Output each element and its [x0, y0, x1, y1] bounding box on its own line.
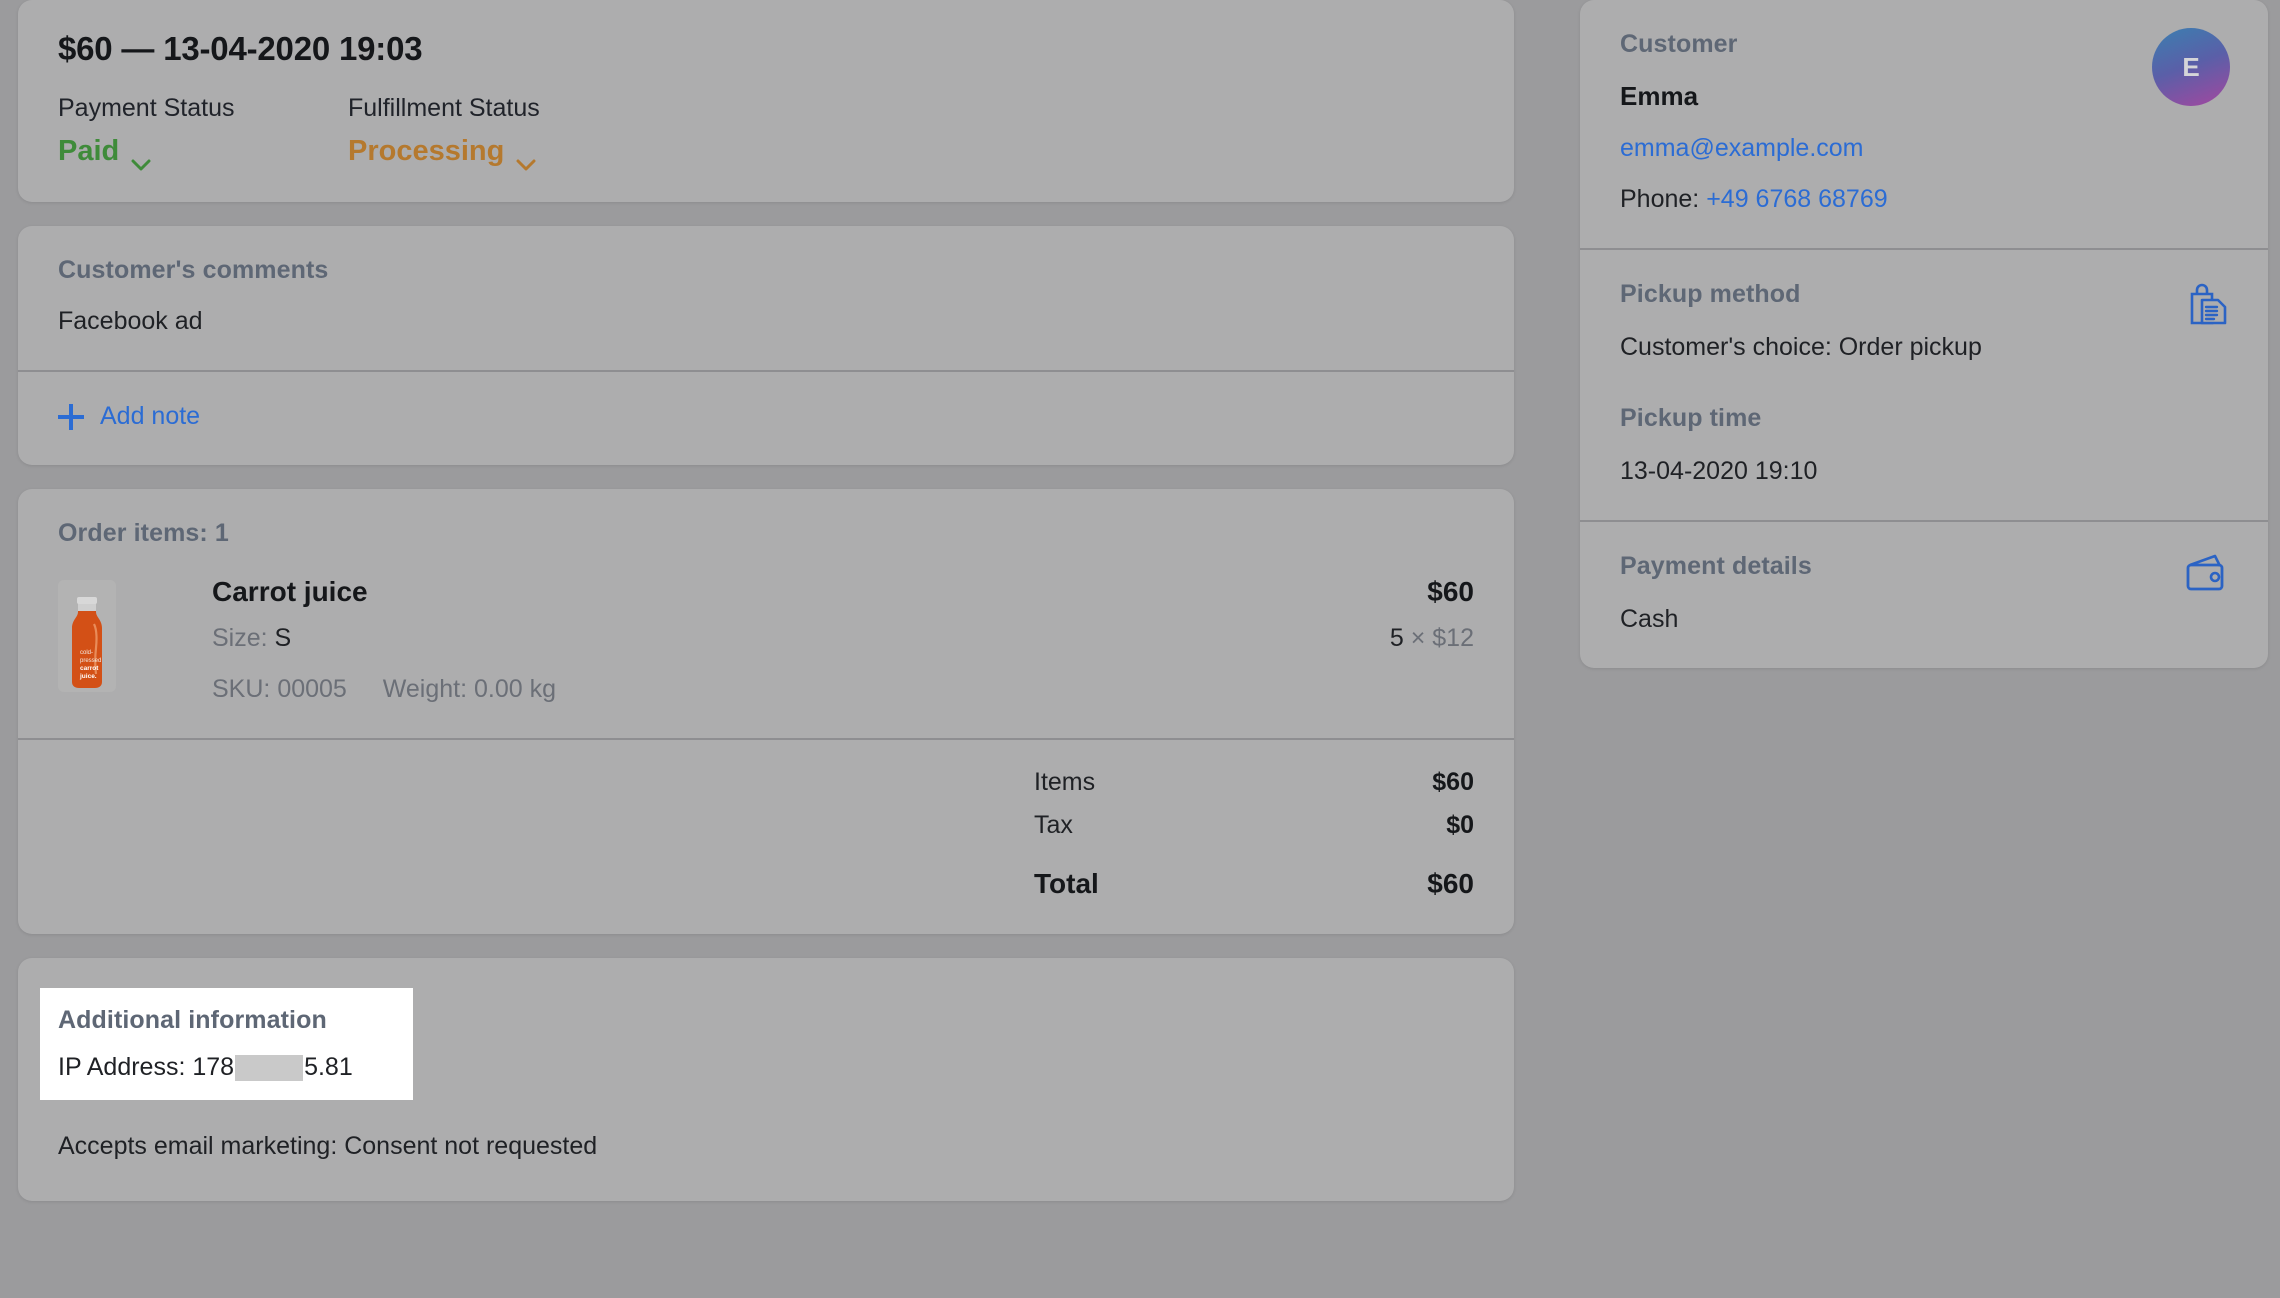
totals-label: Items — [1034, 768, 1096, 796]
customer-email-link[interactable]: emma@example.com — [1620, 134, 1864, 162]
fulfillment-status-block: Fulfillment Status Processing — [348, 94, 540, 170]
payment-details-section: Payment details Cash — [1580, 522, 2268, 668]
pickup-time-title: Pickup time — [1620, 404, 1762, 432]
plus-icon — [58, 403, 84, 430]
comments-text: Facebook ad — [58, 307, 203, 335]
weight-value: 0.00 kg — [474, 675, 557, 703]
totals-value: $60 — [1432, 768, 1474, 796]
size-value: S — [274, 624, 292, 652]
email-marketing-consent: Accepts email marketing: Consent not req… — [58, 1132, 598, 1160]
payment-status-dropdown[interactable]: Paid — [58, 135, 348, 170]
totals-label: Tax — [1034, 811, 1073, 839]
grand-total-value: $60 — [1427, 868, 1474, 899]
redaction-bar — [235, 1054, 304, 1081]
product-name: Carrot juice — [212, 576, 368, 607]
order-summary-card: $60 — 13-04-2020 19:03 Payment Status Pa… — [18, 0, 1514, 202]
wallet-icon — [2180, 552, 2230, 601]
pickup-time-block: Pickup time 13-04-2020 19:10 — [1620, 404, 2228, 486]
weight-label: Weight: — [382, 675, 468, 703]
customer-title: Customer — [1620, 30, 1738, 58]
ip-address-prefix: IP Address: 178 — [58, 1053, 235, 1081]
svg-text:juice.: juice. — [79, 673, 97, 680]
totals-block: Items $60 Tax $0 Total $60 — [18, 740, 1514, 934]
avatar: E — [2152, 28, 2230, 106]
ip-address-suffix: 5.81 — [304, 1053, 353, 1081]
customer-name: Emma — [1620, 81, 1699, 111]
totals-value: $0 — [1446, 811, 1474, 839]
additional-info-highlight: Additional information IP Address: 178 5… — [40, 988, 413, 1100]
pickup-method-value: Customer's choice: Order pickup — [1620, 333, 1982, 361]
fulfillment-status-value: Processing — [348, 135, 505, 167]
payment-status-block: Payment Status Paid — [58, 94, 348, 170]
additional-information-card: Additional information IP Address: 178 5… — [18, 958, 1514, 1201]
fulfillment-status-label: Fulfillment Status — [348, 94, 540, 122]
order-detail-page: $60 — 13-04-2020 19:03 Payment Status Pa… — [0, 0, 2280, 1298]
add-note-label: Add note — [100, 402, 201, 430]
svg-text:cold-: cold- — [80, 650, 93, 656]
payment-status-label: Payment Status — [58, 94, 235, 122]
avatar-initial: E — [2182, 51, 2200, 82]
product-meta: SKU: 00005 Weight: 0.00 kg — [212, 675, 1390, 704]
order-item-row[interactable]: cold- pressed carrot juice. Carrot juice… — [18, 548, 1514, 738]
customer-email-row: emma@example.com — [1620, 134, 2228, 163]
totals-row: Items $60 — [58, 768, 1474, 797]
chevron-down-icon — [131, 146, 151, 170]
ip-address-line: IP Address: 178 5.81 — [58, 1053, 353, 1082]
sku-label: SKU: — [212, 675, 271, 703]
grand-total-row: Total $60 — [58, 868, 1474, 900]
line-total: $60 — [1427, 576, 1474, 607]
customer-card: E Customer Emma emma@example.com Phone: … — [1580, 0, 2268, 668]
payment-status-value: Paid — [58, 135, 120, 167]
sidebar-column: E Customer Emma emma@example.com Phone: … — [1580, 0, 2268, 668]
add-note-button[interactable]: Add note — [18, 372, 1514, 465]
pickup-time-value: 13-04-2020 19:10 — [1620, 457, 1818, 485]
customer-comments-card: Customer's comments Facebook ad Add note — [18, 226, 1514, 465]
product-size: Size: S — [212, 624, 1390, 653]
grand-total-label: Total — [1034, 868, 1099, 899]
payment-details-value: Cash — [1620, 605, 1679, 633]
order-title: $60 — 13-04-2020 19:03 — [58, 30, 423, 67]
order-items-card: Order items: 1 cold- pressed carrot juic… — [18, 489, 1514, 934]
chevron-down-icon — [516, 146, 536, 170]
fulfillment-status-dropdown[interactable]: Processing — [348, 135, 540, 170]
payment-details-title: Payment details — [1620, 552, 1812, 580]
main-column: $60 — 13-04-2020 19:03 Payment Status Pa… — [18, 0, 1514, 1201]
svg-text:pressed: pressed — [80, 658, 101, 664]
customer-phone-link[interactable]: +49 6768 68769 — [1706, 185, 1887, 213]
status-row: Payment Status Paid Fulfillment Status P… — [58, 94, 1474, 170]
svg-text:carrot: carrot — [80, 665, 99, 672]
size-label: Size: — [212, 624, 268, 652]
order-item-price: $60 5 × $12 — [1390, 576, 1474, 653]
additional-info-title: Additional information — [58, 1006, 327, 1034]
shopping-bag-hand-icon — [2180, 280, 2230, 333]
unit-price: $12 — [1432, 624, 1474, 652]
comments-title: Customer's comments — [58, 256, 329, 284]
phone-label: Phone: — [1620, 185, 1700, 213]
pickup-section: Pickup method Customer's choice: Order p… — [1580, 250, 2268, 520]
order-item-info: Carrot juice Size: S SKU: 00005 Weight: … — [116, 576, 1390, 704]
customer-section: E Customer Emma emma@example.com Phone: … — [1580, 0, 2268, 248]
order-items-title: Order items: 1 — [58, 519, 229, 547]
quantity: 5 — [1389, 624, 1404, 652]
product-thumbnail: cold- pressed carrot juice. — [58, 580, 116, 692]
totals-row: Tax $0 — [58, 811, 1474, 840]
pickup-method-title: Pickup method — [1620, 280, 1801, 308]
sku-value: 00005 — [277, 675, 347, 703]
customer-phone-row: Phone: +49 6768 68769 — [1620, 185, 2228, 214]
unit-breakdown: 5 × $12 — [1390, 624, 1474, 653]
multiply-sign: × — [1410, 624, 1426, 652]
